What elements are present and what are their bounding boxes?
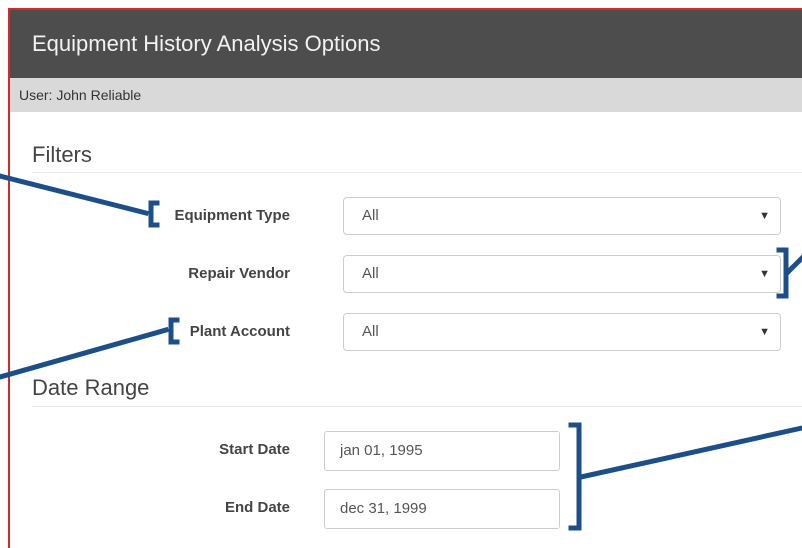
bracket-plant-account xyxy=(168,317,180,345)
callout-line-repair-vendor xyxy=(784,254,802,276)
bracket-date-range xyxy=(568,422,582,531)
annotation-overlay xyxy=(0,173,802,531)
callout-line-plant-account xyxy=(0,326,170,380)
callout-line-equipment-type xyxy=(0,173,150,217)
bracket-equipment-type xyxy=(148,200,160,228)
callout-line-date-range xyxy=(578,425,802,480)
bracket-repair-vendor xyxy=(776,247,789,299)
